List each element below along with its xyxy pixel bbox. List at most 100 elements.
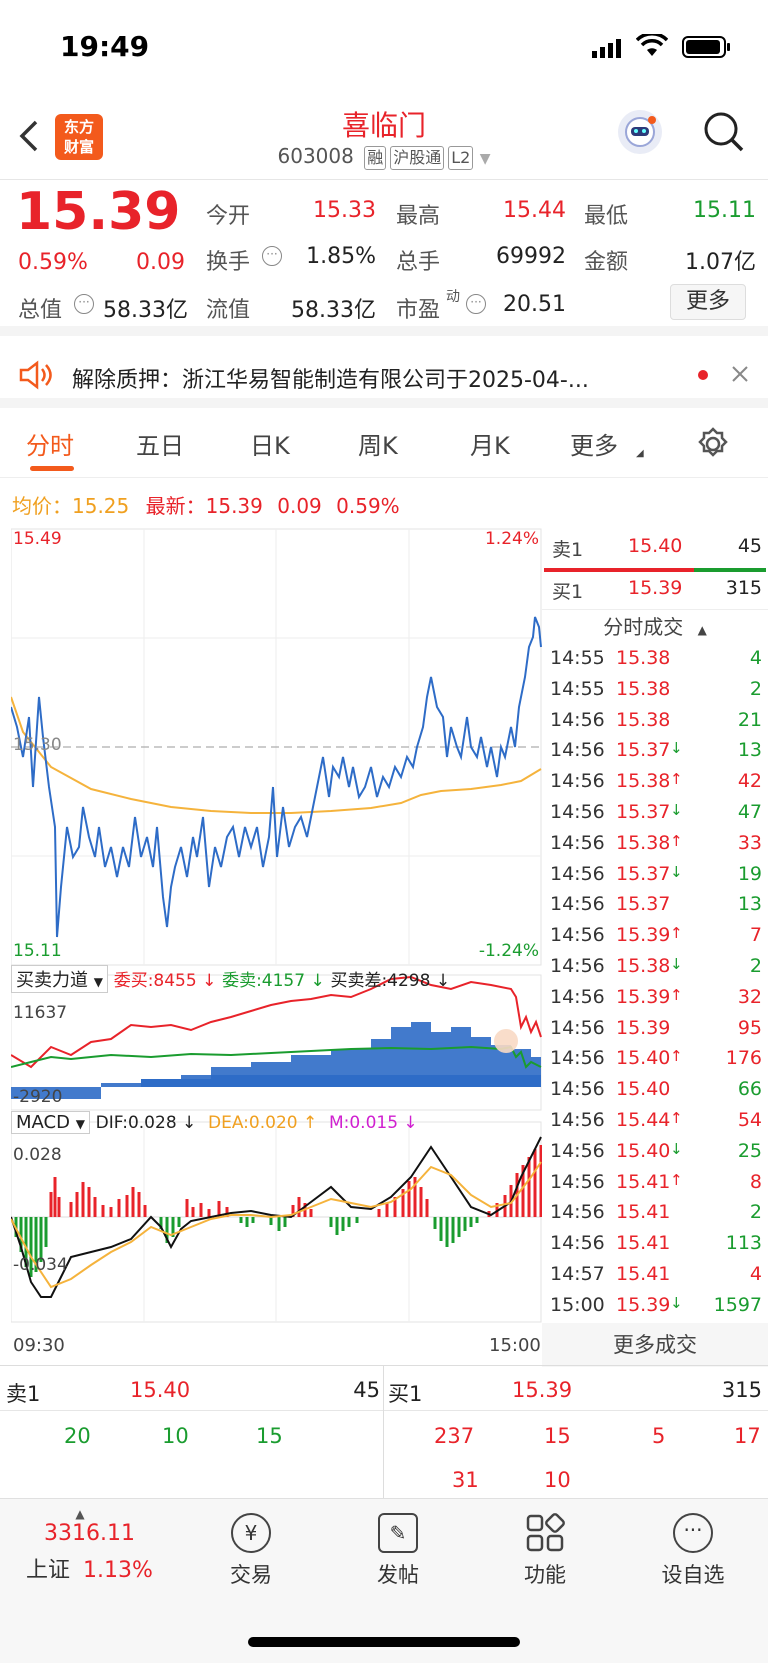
tab-indicator (30, 466, 74, 471)
turnover-value: 1.85% (306, 244, 376, 269)
amount-value: 1.07亿 (685, 250, 756, 275)
tick-volume: 33 (737, 831, 762, 854)
pe-label: 市盈 (396, 298, 441, 323)
latest-label: 最新： (145, 494, 206, 518)
book-buy-vol: 315 (721, 1378, 762, 1402)
nav-post[interactable]: ✎ 发帖 (353, 1513, 443, 1589)
tick-price: 15.44 (616, 1109, 671, 1131)
info-icon[interactable]: ··· (466, 294, 486, 314)
tab-weekly[interactable]: 周K (358, 426, 398, 461)
side-sell-label: 卖1 (552, 539, 584, 561)
tick-price: 15.38 (616, 770, 671, 793)
chart-info-line: 均价：15.25 最新：15.39 0.09 0.59% (12, 490, 400, 519)
macd-top-label: 0.028 (13, 1145, 62, 1165)
info-icon[interactable]: ··· (262, 246, 282, 266)
intraday-chart[interactable]: 15.49 1.24% 15.30 15.11 -1.24% 买卖力道 ▼ 委买… (10, 527, 543, 1361)
tick-price: 15.39 (616, 1293, 671, 1316)
tick-time: 14:55 (550, 647, 605, 669)
ticks-header[interactable]: 分时成交 ▲ (542, 609, 768, 643)
tick-time: 14:56 (550, 1139, 605, 1162)
force-diff-text: 买卖差:4298 ↓ (330, 971, 451, 991)
tag-l2: L2 (448, 146, 474, 170)
tick-volume: 66 (737, 1078, 762, 1101)
tick-arrow: ↑ (670, 985, 683, 1004)
tab-daily[interactable]: 日K (250, 426, 290, 461)
sort-up-icon: ▲ (697, 623, 707, 637)
yen-icon: ¥ (231, 1513, 271, 1553)
tick-row: 14:56 15.38 ↓ 2 (542, 955, 768, 986)
latest-pct: 0.59% (336, 494, 400, 518)
tick-row: 14:56 15.39 ↑ 7 (542, 924, 768, 955)
more-button[interactable]: 更多 (670, 284, 746, 320)
tick-time: 14:56 (550, 801, 605, 823)
sell-queue-3: 15 (256, 1424, 283, 1448)
battery-icon (682, 36, 732, 62)
tick-time: 14:56 (550, 1232, 605, 1255)
force-selector[interactable]: 买卖力道 ▼ (11, 965, 108, 993)
tick-arrow: ↑ (670, 924, 683, 943)
tab-monthly[interactable]: 月K (470, 426, 510, 461)
force-title: 买卖力道 (16, 970, 88, 991)
index-widget[interactable]: ▲ 3316.11 上证 1.13% (20, 1507, 170, 1584)
side-sell-price: 15.40 (628, 535, 683, 557)
open-label: 今开 (206, 204, 251, 229)
home-indicator (248, 1637, 520, 1647)
sell-queue-1: 20 (64, 1424, 91, 1448)
book-divider (383, 1366, 384, 1499)
tick-arrow: ↓ (670, 955, 683, 973)
tick-time: 14:56 (550, 1047, 605, 1070)
index-name: 上证 (26, 1558, 71, 1583)
signal-icon (592, 38, 622, 62)
tick-row: 14:56 15.40 66 (542, 1078, 768, 1109)
time-start-label: 09:30 (13, 1335, 65, 1356)
macd-bottom-label: -0.034 (13, 1255, 68, 1275)
tick-volume: 113 (725, 1232, 762, 1255)
status-bar: 19:49 (0, 0, 768, 100)
tick-row: 15:00 15.39 ↓ 1597 (542, 1294, 768, 1325)
tick-price: 15.38 (616, 708, 671, 731)
more-ticks-button[interactable]: 更多成交 (542, 1323, 768, 1367)
gear-icon[interactable] (695, 426, 731, 466)
book-buy-price: 15.39 (512, 1378, 573, 1402)
macd-selector[interactable]: MACD ▼ (11, 1111, 90, 1134)
tag-connect: 沪股通 (390, 146, 445, 170)
nav-trade[interactable]: ¥ 交易 (206, 1513, 296, 1589)
tab-more[interactable]: 更多 (570, 426, 618, 461)
tick-arrow: ↓ (670, 1293, 683, 1312)
tab-intraday[interactable]: 分时 (26, 426, 74, 461)
stock-header: 东方 财富 喜临门 603008 融沪股通 L2 ▼ (0, 100, 768, 180)
tick-row: 14:56 15.41 ↑ 8 (542, 1171, 768, 1202)
pct-bottom-label: -1.24% (478, 941, 539, 961)
macd-dea-text: DEA:0.020 ↑ (208, 1113, 318, 1133)
tick-row: 14:56 15.37 ↓ 13 (542, 739, 768, 770)
tick-row: 14:56 15.37 ↓ 19 (542, 863, 768, 894)
tab-five-day[interactable]: 五日 (136, 426, 184, 461)
latest-change: 0.09 (277, 494, 322, 518)
tick-volume: 2 (749, 955, 762, 977)
tick-time: 14:56 (550, 893, 605, 916)
nav-watchlist[interactable]: ··· 设自选 (648, 1513, 738, 1589)
info-icon[interactable]: ··· (74, 294, 94, 314)
robot-avatar-icon[interactable] (618, 110, 662, 154)
low-label: 最低 (584, 204, 629, 229)
caret-up-icon: ▲ (75, 1507, 85, 1521)
tick-row: 14:56 15.38 21 (542, 709, 768, 740)
tick-time: 14:56 (550, 770, 605, 793)
tick-time: 14:56 (550, 985, 605, 1008)
nav-function[interactable]: 功能 (500, 1513, 590, 1589)
period-tabs: 分时 五日 日K 周K 月K 更多 ◢ (0, 408, 768, 478)
close-icon[interactable] (730, 364, 750, 388)
side-buy-vol: 315 (725, 577, 762, 599)
tick-time: 14:56 (550, 1016, 605, 1039)
tick-volume: 4 (749, 1263, 762, 1285)
tick-price: 15.38 (616, 955, 671, 977)
book-sell-divider (0, 1410, 383, 1411)
side-sell-row: 卖1 15.40 45 (542, 535, 768, 566)
tick-price: 15.38 (616, 677, 671, 700)
tick-price: 15.39 (616, 1016, 671, 1039)
tick-time: 14:56 (550, 1078, 605, 1101)
notice-bar[interactable]: 解除质押：浙江华易智能制造有限公司于2025-04-... (0, 346, 768, 408)
tick-price: 15.41 (616, 1263, 671, 1285)
force-sell-text: 委卖:4157 ↓ (222, 971, 325, 991)
search-icon[interactable] (702, 110, 746, 158)
